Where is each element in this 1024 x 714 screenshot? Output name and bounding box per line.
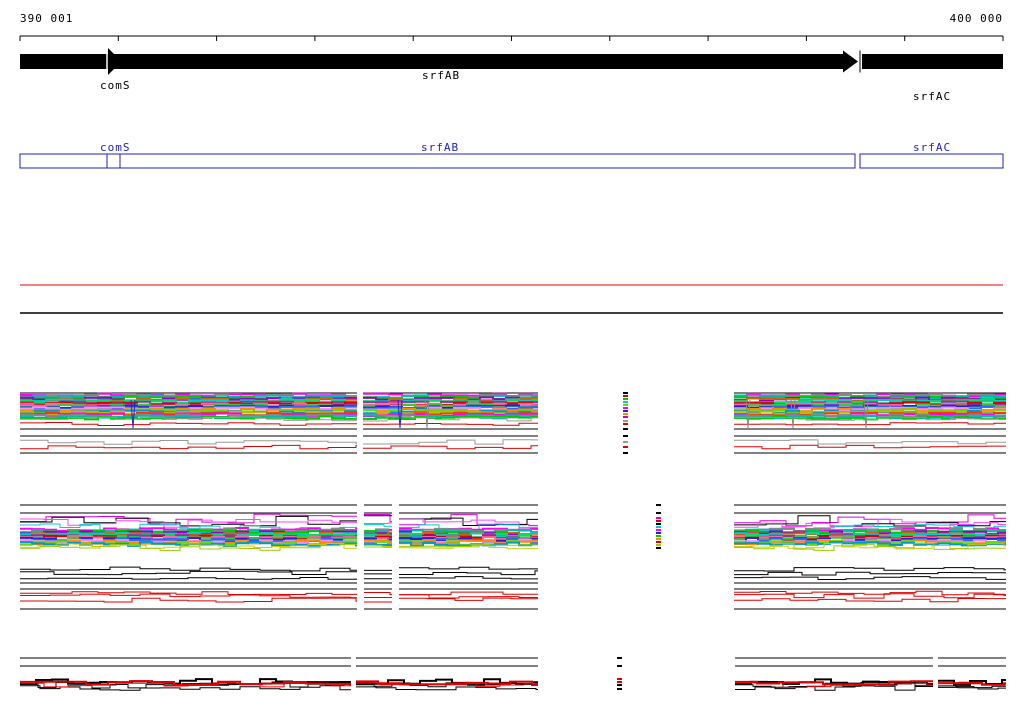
annotation-label-comS: comS	[100, 141, 131, 154]
track-line	[20, 591, 357, 595]
track-line	[399, 566, 538, 570]
gene-label-srfAB: srfAB	[422, 69, 461, 82]
track-line	[20, 577, 357, 580]
gene-label-srfAC: srfAC	[913, 90, 952, 103]
track-line	[399, 570, 538, 576]
track-line	[364, 522, 392, 524]
track-line	[734, 422, 1006, 426]
track-line	[399, 594, 538, 599]
track-line	[734, 598, 1006, 603]
track-line	[399, 597, 538, 601]
coordinate-start-label: 390 001	[20, 12, 74, 25]
track-line	[734, 576, 1006, 580]
track-line	[20, 597, 357, 603]
annotation-box[interactable]	[859, 153, 1004, 169]
track-line	[20, 566, 357, 572]
track-line	[734, 571, 1006, 576]
annotation-label-srfAC: srfAC	[913, 141, 952, 154]
track-line	[364, 592, 392, 596]
gene-label-comS: comS	[100, 79, 131, 92]
track-line	[399, 576, 538, 580]
track-line	[20, 518, 357, 528]
gene-arrowhead	[843, 50, 858, 73]
track-line	[734, 439, 1006, 445]
track-line	[363, 439, 538, 445]
track-line	[363, 445, 538, 450]
track-line	[363, 422, 538, 426]
annotation-box[interactable]	[19, 153, 856, 169]
track-line	[734, 567, 1006, 572]
track-line	[734, 444, 1006, 450]
gene-bar-srfAB-operon[interactable]	[20, 54, 843, 69]
track-line	[20, 444, 357, 450]
track-line	[20, 439, 357, 445]
tracks-canvas	[19, 35, 1006, 691]
gene-bar-srfAC[interactable]	[862, 54, 1003, 69]
coordinate-end-label: 400 000	[949, 12, 1003, 25]
track-line	[356, 686, 538, 691]
track-line	[364, 524, 392, 527]
genome-browser-screen: 390 001 400 000 comS srfAB srfAC comS sr…	[0, 0, 1024, 714]
track-line	[20, 570, 357, 576]
annotation-label-srfAB: srfAB	[421, 141, 460, 154]
track-line	[938, 686, 1006, 690]
track-line	[20, 422, 357, 426]
